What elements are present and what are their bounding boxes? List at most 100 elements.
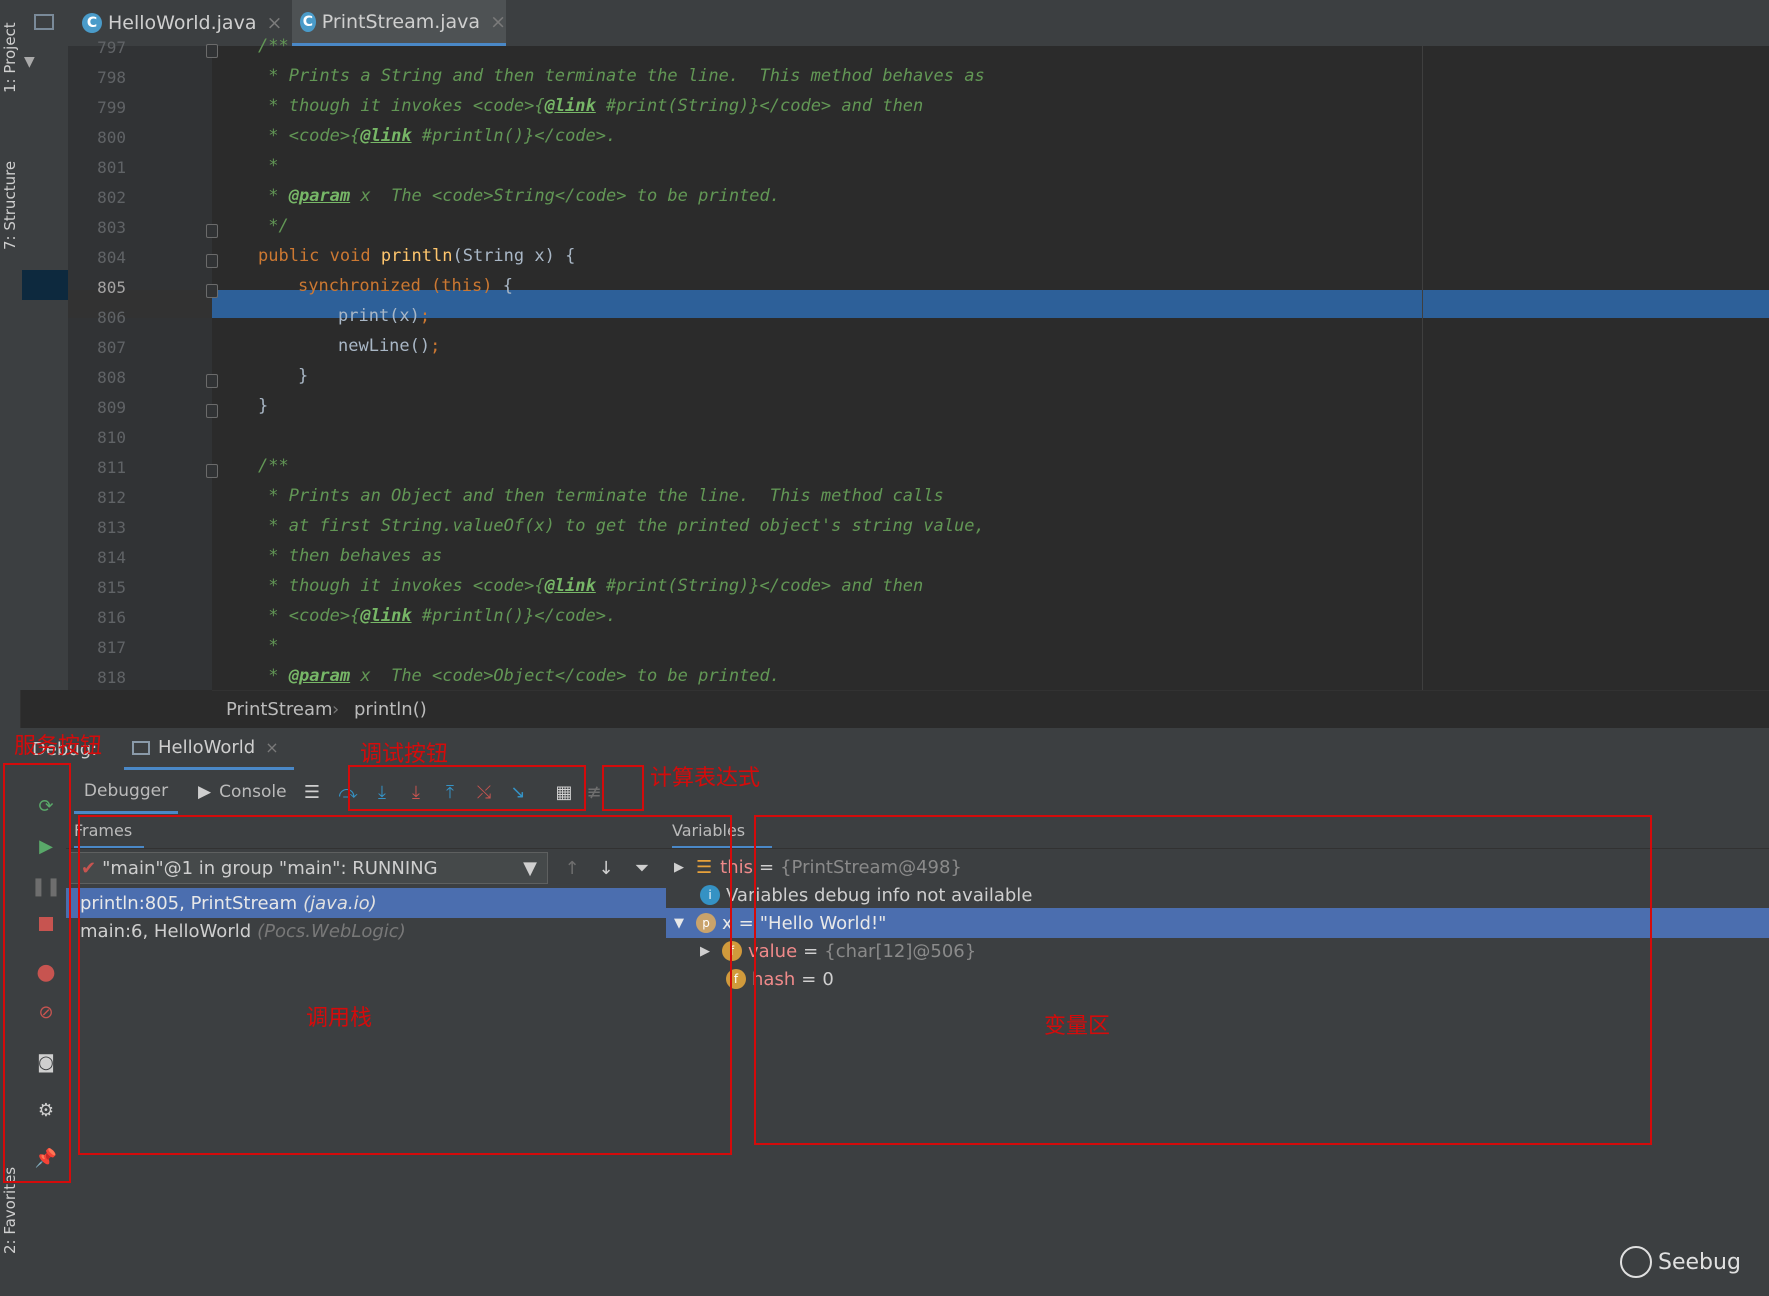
- code-line: /**: [258, 456, 289, 476]
- code-line: public void println(String x) {: [258, 246, 575, 266]
- seebug-logo-icon: [1620, 1246, 1652, 1278]
- code-text: }: [258, 396, 269, 416]
- code-line: */: [258, 216, 289, 236]
- line-number[interactable]: 814: [78, 548, 126, 567]
- doc-comment: * though it invokes <code>{: [258, 576, 545, 596]
- line-number[interactable]: 799: [78, 98, 126, 117]
- doc-comment: x The <code>String</code> to be printed.: [350, 186, 781, 206]
- doc-comment: *: [258, 156, 279, 176]
- code-line: *: [258, 636, 278, 656]
- code-text: (String x) {: [452, 246, 576, 266]
- doc-comment: * Prints an Object and then terminate th…: [258, 486, 944, 506]
- doc-comment: */: [258, 216, 289, 236]
- code-line: * Prints a String and then terminate the…: [258, 66, 985, 86]
- tab-debugger[interactable]: Debugger: [74, 770, 178, 814]
- close-icon[interactable]: ×: [265, 738, 278, 757]
- line-number[interactable]: 801: [78, 158, 126, 177]
- annotation-variable-area: 变量区: [1044, 1014, 1111, 1039]
- code-line: print(x);: [338, 306, 430, 326]
- fold-marker-icon[interactable]: [206, 374, 218, 388]
- doc-comment: #print(String)}</code> and then: [595, 576, 924, 596]
- close-icon[interactable]: ×: [490, 11, 506, 33]
- line-number[interactable]: 805: [78, 278, 126, 297]
- line-number[interactable]: 800: [78, 128, 126, 147]
- application-icon: [132, 740, 150, 755]
- code-line: }: [298, 366, 308, 386]
- watermark: Seebug: [1620, 1246, 1741, 1278]
- breadcrumb-class[interactable]: PrintStream: [226, 699, 333, 720]
- console-icon: ▶: [198, 782, 212, 802]
- line-number[interactable]: 802: [78, 188, 126, 207]
- code-line: * then behaves as: [258, 546, 442, 566]
- line-number[interactable]: 816: [78, 608, 126, 627]
- semicolon: ;: [419, 306, 431, 326]
- debug-session-tab[interactable]: HelloWorld ×: [124, 728, 294, 770]
- doc-comment: #println()}</code>.: [411, 606, 617, 626]
- breadcrumb-method[interactable]: println(): [354, 699, 427, 720]
- line-number[interactable]: 812: [78, 488, 126, 507]
- line-number[interactable]: 809: [78, 398, 126, 417]
- fold-marker-icon[interactable]: [206, 404, 218, 418]
- line-number[interactable]: 804: [78, 248, 126, 267]
- doc-comment: * Prints a String and then terminate the…: [258, 66, 985, 86]
- line-number[interactable]: 811: [78, 458, 126, 477]
- doc-comment: /**: [258, 36, 289, 56]
- javadoc-tag: @param: [288, 666, 351, 686]
- run-config-label: HelloWorld: [158, 737, 256, 758]
- breadcrumb-separator: ›: [332, 699, 340, 720]
- code-line: * <code>{@link #println()}</code>.: [258, 126, 616, 146]
- debug-header: Debug: HelloWorld ×: [20, 728, 1769, 771]
- code-line: * @param x The <code>Object</code> to be…: [258, 666, 780, 686]
- semicolon: ;: [430, 336, 441, 356]
- keyword: public void: [258, 246, 381, 266]
- java-class-icon: C: [82, 13, 102, 33]
- code-line: synchronized (this) {: [298, 276, 513, 296]
- javadoc-tag: @link: [544, 96, 596, 116]
- line-number[interactable]: 808: [78, 368, 126, 387]
- line-number[interactable]: 810: [78, 428, 126, 447]
- annotation-box-variables: [754, 815, 1652, 1145]
- code-text: }: [298, 366, 309, 386]
- fold-marker-icon[interactable]: [206, 464, 218, 478]
- project-tool-tab[interactable]: 1: Project: [0, 14, 20, 102]
- line-number[interactable]: 806: [78, 308, 126, 327]
- code-line: * Prints an Object and then terminate th…: [258, 486, 944, 506]
- editor-layout-icon[interactable]: [34, 14, 54, 30]
- code-line: * at first String.valueOf(x) to get the …: [258, 516, 985, 536]
- annotation-service-buttons: 服务按钮: [14, 734, 103, 759]
- code-line: }: [258, 396, 268, 416]
- fold-marker-icon[interactable]: [206, 254, 218, 268]
- doc-comment: * <code>{: [258, 606, 361, 626]
- triangle-down-icon[interactable]: ▼: [24, 54, 35, 70]
- keyword: (this): [431, 276, 493, 296]
- line-number[interactable]: 818: [78, 668, 126, 687]
- doc-comment: x The <code>Object</code> to be printed.: [350, 666, 781, 686]
- line-number[interactable]: 797: [78, 38, 126, 57]
- line-number[interactable]: 815: [78, 578, 126, 597]
- doc-comment: /**: [258, 456, 289, 476]
- fold-marker-icon[interactable]: [206, 224, 218, 238]
- line-number[interactable]: 817: [78, 638, 126, 657]
- close-icon[interactable]: ×: [266, 12, 282, 34]
- line-number[interactable]: 798: [78, 68, 126, 87]
- menu-lines-icon[interactable]: ☰: [298, 778, 326, 806]
- doc-comment: *: [258, 186, 289, 206]
- line-number[interactable]: 807: [78, 338, 126, 357]
- tab-console[interactable]: ▶ Console: [198, 770, 287, 814]
- javadoc-tag: @link: [544, 576, 596, 596]
- editor-side-gutter: ▼: [20, 46, 68, 690]
- doc-comment: * at first String.valueOf(x) to get the …: [258, 516, 985, 536]
- line-number[interactable]: 803: [78, 218, 126, 237]
- code-line: * <code>{@link #println()}</code>.: [258, 606, 616, 626]
- doc-comment: * then behaves as: [258, 546, 443, 566]
- tab-printstream[interactable]: C PrintStream.java ×: [292, 0, 506, 46]
- breadcrumb: PrintStream › println(): [212, 690, 1769, 729]
- line-number[interactable]: 813: [78, 518, 126, 537]
- code-text: newLine(): [338, 336, 431, 356]
- method-name: println: [380, 246, 453, 266]
- project-tool-label: 1: Project: [1, 22, 19, 94]
- fold-marker-icon[interactable]: [206, 284, 218, 298]
- fold-marker-icon[interactable]: [206, 44, 218, 58]
- annotation-box-call-stack: [78, 815, 732, 1155]
- structure-tool-tab[interactable]: 7: Structure: [0, 150, 20, 260]
